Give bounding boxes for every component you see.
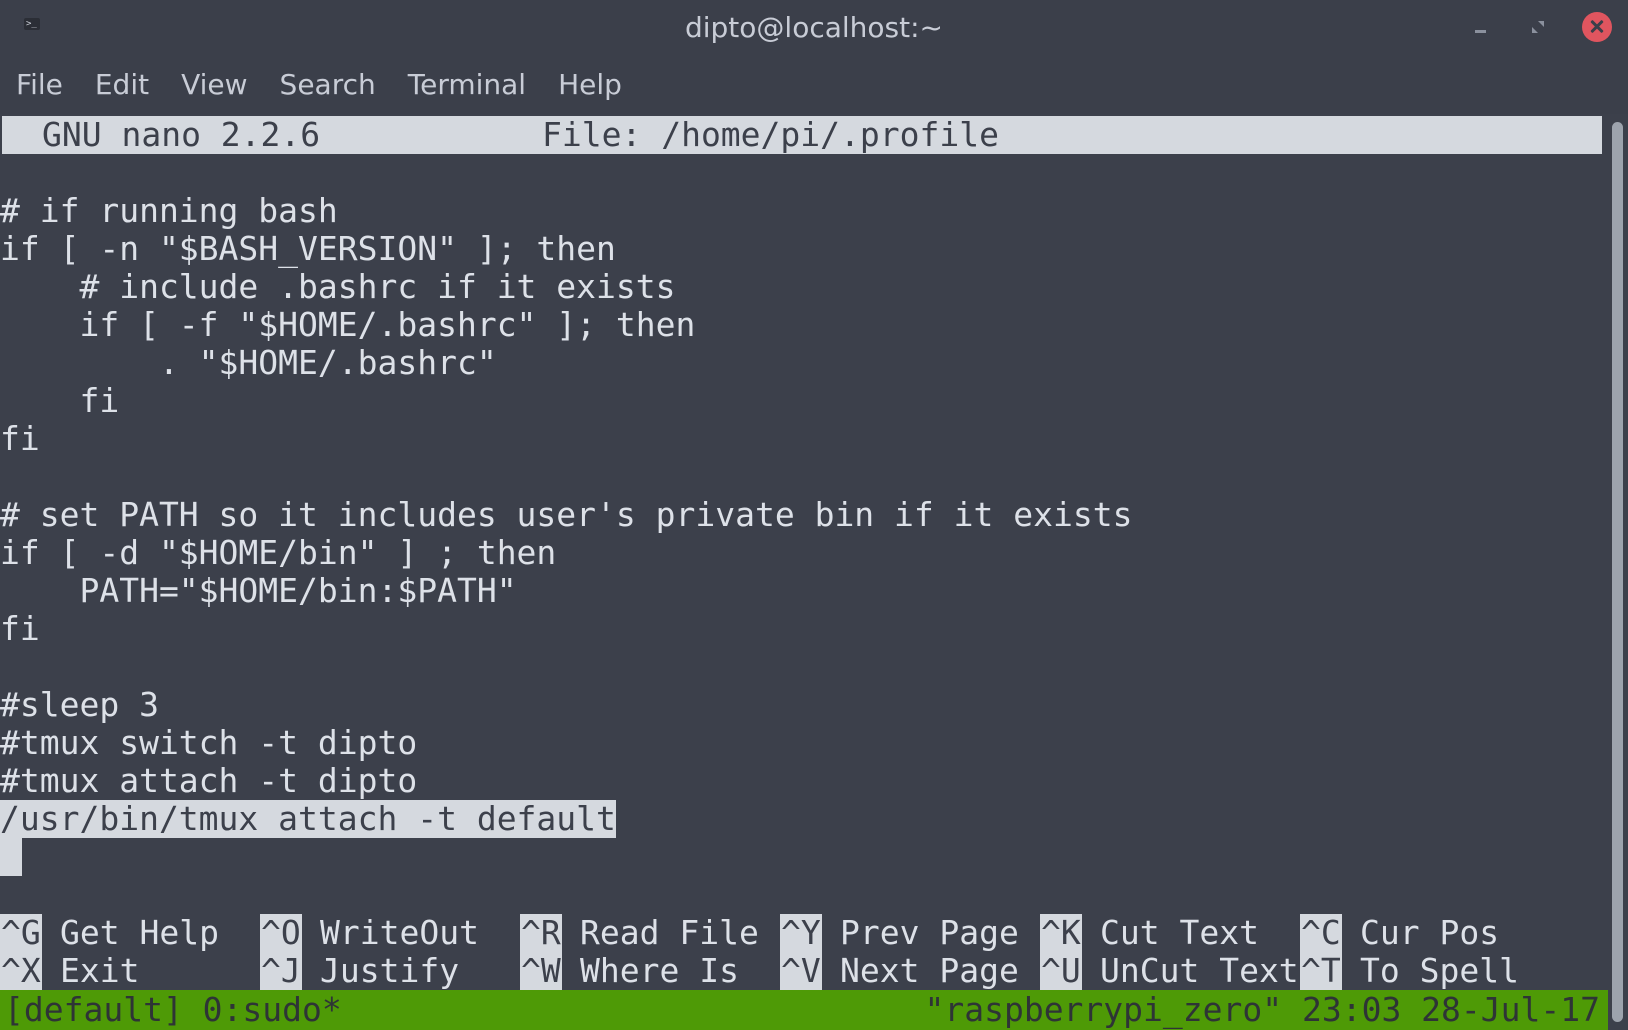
shortcut-label: Cut Text [1100, 913, 1259, 952]
shortcut-key: ^U [1040, 951, 1082, 990]
shortcut-label: Exit [60, 951, 140, 990]
menu-bar: File Edit View Search Terminal Help [0, 56, 1628, 114]
file-line: fi [0, 609, 40, 648]
menu-file[interactable]: File [0, 56, 79, 114]
menu-view[interactable]: View [165, 56, 263, 114]
minimize-button[interactable] [1466, 13, 1494, 41]
nano-version: GNU nano 2.2.6 [42, 115, 321, 154]
menu-edit[interactable]: Edit [79, 56, 165, 114]
menu-terminal[interactable]: Terminal [392, 56, 542, 114]
nano-header-bar: GNU nano 2.2.6 File: /home/pi/.profile [2, 116, 1602, 154]
shortcut-key: ^G [0, 913, 42, 952]
shortcut-label: Get Help [60, 913, 219, 952]
shortcut-label: WriteOut [320, 913, 479, 952]
menu-search[interactable]: Search [264, 56, 392, 114]
menu-help[interactable]: Help [542, 56, 638, 114]
tmux-session-info: [default] 0:sudo* [4, 990, 342, 1029]
shortcut-key: ^X [0, 951, 42, 990]
terminal-area[interactable]: GNU nano 2.2.6 File: /home/pi/.profile #… [0, 114, 1608, 1030]
scrollbar[interactable] [1608, 114, 1628, 1030]
shortcut-label: UnCut Text [1100, 951, 1299, 990]
file-line: if [ -d "$HOME/bin" ] ; then [0, 533, 557, 572]
file-line: #tmux attach -t dipto [0, 761, 418, 800]
nano-filename: File: /home/pi/.profile [542, 115, 999, 154]
file-line: PATH="$HOME/bin:$PATH" [0, 571, 517, 610]
file-line: fi [0, 381, 120, 420]
tmux-host-clock: "raspberrypi_zero" 23:03 28-Jul-17 [924, 990, 1600, 1029]
maximize-button[interactable] [1524, 13, 1552, 41]
file-line: # if running bash [0, 191, 338, 230]
text-cursor [0, 838, 22, 876]
shortcut-label: Where Is [580, 951, 739, 990]
shortcut-label: Cur Pos [1360, 913, 1500, 952]
title-bar[interactable]: >_ dipto@localhost:~ [0, 0, 1628, 56]
shortcut-label: Prev Page [840, 913, 1019, 952]
shortcut-key: ^K [1040, 913, 1082, 952]
scrollbar-thumb[interactable] [1612, 122, 1623, 1022]
shortcut-key: ^T [1300, 951, 1342, 990]
shortcut-label: Read File [580, 913, 759, 952]
shortcut-key: ^V [780, 951, 822, 990]
file-line: fi [0, 419, 40, 458]
file-line: if [ -n "$BASH_VERSION" ]; then [0, 229, 616, 268]
file-line: #sleep 3 [0, 685, 159, 724]
file-line: # include .bashrc if it exists [0, 267, 676, 306]
window-title: dipto@localhost:~ [684, 11, 943, 44]
file-line: #tmux switch -t dipto [0, 723, 418, 762]
selected-line[interactable]: /usr/bin/tmux attach -t default [0, 800, 616, 838]
file-line: . "$HOME/.bashrc" [0, 343, 497, 382]
file-line: # set PATH so it includes user's private… [0, 495, 1133, 534]
shortcut-key: ^J [260, 951, 302, 990]
shortcut-label: Justify [320, 951, 460, 990]
file-line: if [ -f "$HOME/.bashrc" ]; then [0, 305, 696, 344]
tmux-status-bar: [default] 0:sudo* "raspberrypi_zero" 23:… [0, 990, 1608, 1030]
shortcut-key: ^C [1300, 913, 1342, 952]
shortcut-label: To Spell [1360, 951, 1519, 990]
shortcut-label: Next Page [840, 951, 1019, 990]
shortcut-key: ^O [260, 913, 302, 952]
terminal-window: >_ dipto@localhost:~ File Edit View Sear… [0, 0, 1628, 1030]
shortcut-key: ^Y [780, 913, 822, 952]
shortcut-key: ^W [520, 951, 562, 990]
close-button[interactable] [1582, 12, 1612, 42]
shortcut-key: ^R [520, 913, 562, 952]
